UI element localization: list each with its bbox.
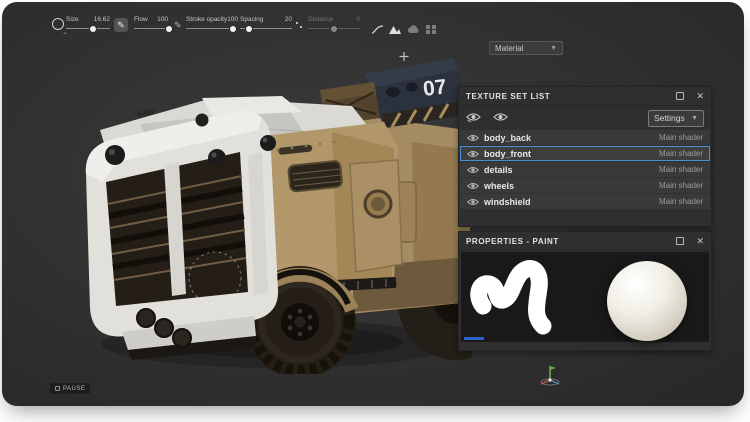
brush-stroke-preview <box>469 254 589 342</box>
flow-slider[interactable]: Flow 100 <box>134 16 168 34</box>
texture-set-row-details[interactable]: details Main shader <box>460 162 710 177</box>
texture-set-row-body-front[interactable]: body_front Main shader <box>460 146 710 161</box>
solo-visibility-icon[interactable] <box>493 109 508 127</box>
properties-header[interactable]: PROPERTIES - PAINT ✕ <box>459 232 711 251</box>
texture-set-rows: body_back Main shader body_front Main sh… <box>459 130 711 209</box>
eye-icon[interactable] <box>467 166 479 174</box>
close-icon[interactable]: ✕ <box>696 92 704 101</box>
size-value: 16.62 <box>94 16 110 24</box>
texture-set-name: body_front <box>484 149 531 159</box>
chevron-down-icon: ▼ <box>691 115 698 122</box>
mountain-icon[interactable] <box>388 22 402 34</box>
settings-label: Settings <box>654 113 685 123</box>
falloff-curve-icon[interactable] <box>370 22 384 34</box>
properties-title: PROPERTIES - PAINT <box>466 237 676 246</box>
spacing-label: Spacing <box>240 16 264 24</box>
undock-icon[interactable] <box>676 237 684 245</box>
distance-slider[interactable]: Distance 0 <box>308 16 360 34</box>
app-window: 07 <box>2 2 744 406</box>
close-icon[interactable]: ✕ <box>696 237 704 246</box>
stroke-opacity-label: Stroke opacity <box>186 16 227 24</box>
eye-icon[interactable] <box>467 198 479 206</box>
scroll-indicator[interactable] <box>464 337 484 340</box>
chevron-down-icon: ▼ <box>550 45 557 52</box>
shader-label[interactable]: Main shader <box>659 181 703 190</box>
spacing-value: 20 <box>285 16 292 24</box>
shader-label[interactable]: Main shader <box>659 133 703 142</box>
texture-set-name: windshield <box>484 197 531 207</box>
texture-set-name: body_back <box>484 133 531 143</box>
visibility-all-icon[interactable] <box>466 109 481 127</box>
status-text: PAUSE <box>63 386 85 392</box>
stroke-opacity-knob[interactable] <box>230 26 236 32</box>
texture-set-row-wheels[interactable]: wheels Main shader <box>460 178 710 193</box>
viewport-3d-model[interactable]: 07 <box>52 52 472 374</box>
status-icon <box>55 386 60 391</box>
brush-preview-area[interactable] <box>461 252 709 342</box>
size-knob[interactable] <box>90 26 96 32</box>
undock-icon[interactable] <box>676 92 684 100</box>
material-mode-label: Material <box>495 44 523 53</box>
shader-label[interactable]: Main shader <box>659 149 703 158</box>
texture-set-row-windshield[interactable]: windshield Main shader <box>460 194 710 209</box>
size-label: Size <box>66 16 79 24</box>
stroke-opacity-slider[interactable]: Stroke opacity100 <box>186 16 234 34</box>
spacing-knob[interactable] <box>246 26 252 32</box>
axis-gizmo[interactable] <box>536 362 564 388</box>
distance-value: 0 <box>356 16 360 24</box>
material-mode-dropdown[interactable]: Material ▼ <box>489 41 563 55</box>
texture-set-list-title: TEXTURE SET LIST <box>466 92 676 101</box>
material-sphere-preview <box>607 261 687 341</box>
distance-knob[interactable] <box>331 26 337 32</box>
texture-set-row-body-back[interactable]: body_back Main shader <box>460 130 710 145</box>
cloud-icon[interactable] <box>406 22 420 34</box>
distance-label: Distance <box>308 16 333 24</box>
texture-set-list-header[interactable]: TEXTURE SET LIST ✕ <box>459 87 711 106</box>
model-number: 07 <box>422 75 448 101</box>
grid-icon[interactable] <box>424 22 438 34</box>
flow-pressure-icon[interactable]: ✎ <box>174 20 182 31</box>
pivot-marker <box>400 52 409 61</box>
size-slider[interactable]: Size 16.62 <box>66 16 110 34</box>
texture-set-filter-bar: Settings ▼ <box>459 106 711 130</box>
stroke-opacity-value: 100 <box>227 16 238 24</box>
settings-dropdown[interactable]: Settings ▼ <box>648 110 704 127</box>
size-pressure-button[interactable]: ✎ <box>114 18 128 32</box>
shader-label[interactable]: Main shader <box>659 197 703 206</box>
texture-set-name: details <box>484 165 513 175</box>
engine-status-badge[interactable]: PAUSE <box>50 383 90 394</box>
texture-set-name: wheels <box>484 181 514 191</box>
eye-icon[interactable] <box>467 182 479 190</box>
texture-set-list-panel: TEXTURE SET LIST ✕ Settings ▼ body_back … <box>458 86 712 227</box>
flow-label: Flow <box>134 16 148 24</box>
stroke-options-icon[interactable] <box>296 22 304 30</box>
shader-label[interactable]: Main shader <box>659 165 703 174</box>
spacing-slider[interactable]: Spacing 20 <box>240 16 292 34</box>
eye-icon[interactable] <box>467 134 479 142</box>
properties-paint-panel: PROPERTIES - PAINT ✕ <box>458 231 712 351</box>
flow-value: 100 <box>157 16 168 24</box>
eye-icon[interactable] <box>467 150 479 158</box>
flow-knob[interactable] <box>166 26 172 32</box>
